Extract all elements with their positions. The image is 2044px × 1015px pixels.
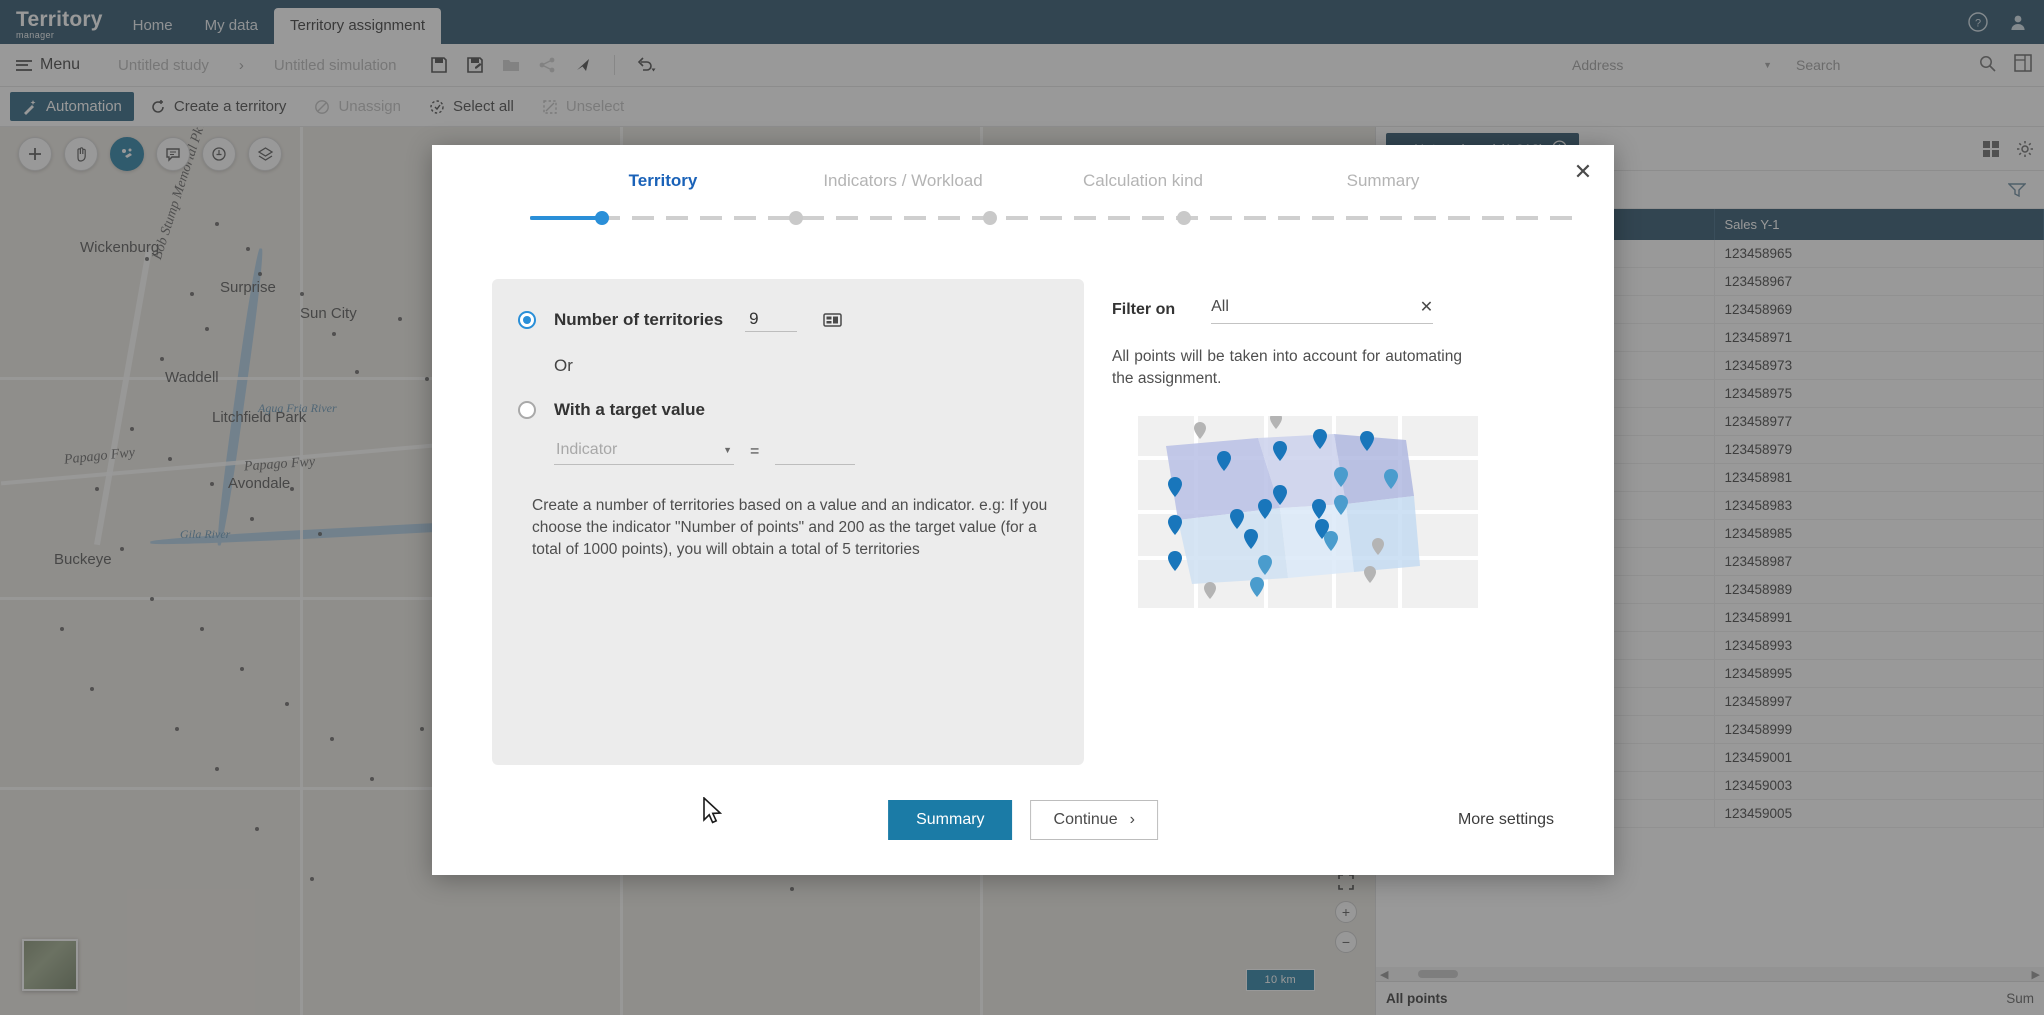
target-value-explanation: Create a number of territories based on … xyxy=(532,497,1048,558)
wizard-footer-buttons: Summary Continue › xyxy=(888,800,1158,840)
option-target-value[interactable]: With a target value xyxy=(518,400,1050,420)
territory-options-panel: Number of territories Or With a target v… xyxy=(492,279,1084,765)
step-dot-indicators-workload[interactable] xyxy=(789,211,803,225)
territory-count-input[interactable] xyxy=(745,307,798,332)
option-number-of-territories[interactable]: Number of territories xyxy=(518,307,1050,332)
step-label-summary[interactable]: Summary xyxy=(1263,171,1503,191)
numpad-icon[interactable] xyxy=(823,312,843,328)
filter-row: Filter on All ✕ xyxy=(1112,297,1554,324)
or-separator-label: Or xyxy=(554,356,573,375)
step-dot-calculation-kind[interactable] xyxy=(983,211,997,225)
chevron-right-icon: › xyxy=(1129,811,1135,828)
radio-target-value[interactable] xyxy=(518,401,536,419)
territory-preview-illustration xyxy=(1138,412,1478,608)
radio-number-of-territories[interactable] xyxy=(518,310,536,329)
step-label-calculation-kind[interactable]: Calculation kind xyxy=(1023,171,1263,191)
automation-wizard-dialog: ✕ Territory Indicators / Workload Calcul… xyxy=(432,145,1614,875)
continue-label: Continue xyxy=(1053,811,1118,828)
application-root: Territory manager Home My data Territory… xyxy=(0,0,2044,1015)
indicator-select-value: Indicator xyxy=(556,441,618,458)
summary-button[interactable]: Summary xyxy=(888,800,1013,840)
progress-track-fill xyxy=(530,216,602,220)
step-dot-summary[interactable] xyxy=(1177,211,1191,225)
target-value-controls: Indicator ▼ = xyxy=(554,438,1050,465)
target-value-input[interactable] xyxy=(775,441,856,465)
progress-track-dashes xyxy=(530,216,1574,220)
close-icon[interactable]: ✕ xyxy=(1570,159,1596,185)
more-settings-link[interactable]: More settings xyxy=(1458,811,1554,829)
label-number-of-territories: Number of territories xyxy=(554,309,724,329)
step-label-indicators-workload[interactable]: Indicators / Workload xyxy=(783,171,1023,191)
equals-sign: = xyxy=(750,443,760,460)
step-dot-territory[interactable] xyxy=(595,211,609,225)
filter-selected-value: All xyxy=(1211,298,1229,315)
indicator-select[interactable]: Indicator ▼ xyxy=(554,438,734,465)
filter-panel: Filter on All ✕ All points will be taken… xyxy=(1098,279,1554,765)
filter-select[interactable]: All ✕ xyxy=(1211,297,1434,324)
continue-button[interactable]: Continue › xyxy=(1030,800,1158,840)
wizard-footer: Summary Continue › More settings xyxy=(432,765,1614,875)
wizard-step-labels: Territory Indicators / Workload Calculat… xyxy=(432,145,1614,191)
filter-note: All points will be taken into account fo… xyxy=(1112,348,1462,387)
filter-on-label: Filter on xyxy=(1112,301,1176,318)
step-label-territory[interactable]: Territory xyxy=(543,171,783,191)
chevron-down-icon[interactable]: ▼ xyxy=(723,445,732,455)
wizard-step-content: Number of territories Or With a target v… xyxy=(432,233,1614,765)
label-target-value: With a target value xyxy=(554,400,705,419)
clear-filter-icon[interactable]: ✕ xyxy=(1420,297,1433,317)
wizard-progress-track xyxy=(530,203,1574,233)
